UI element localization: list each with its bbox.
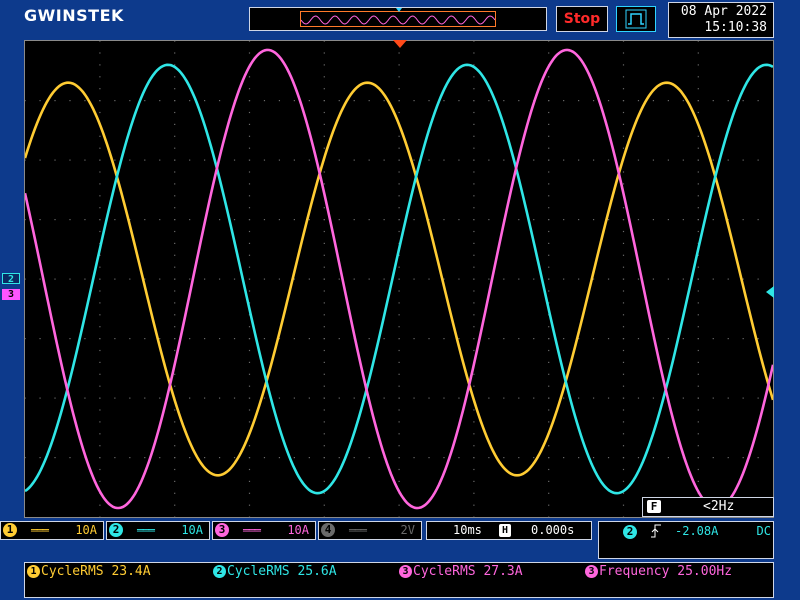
measurement-value: 23.4A [111, 564, 151, 579]
pulse-icon[interactable] [616, 6, 656, 32]
measurement-panel[interactable]: 1 CycleRMS 23.4A 2 CycleRMS 25.6A 3 CycleRM… [24, 562, 774, 598]
ch2-scale: 10A [181, 523, 203, 537]
measurement-item: 2 CycleRMS 25.6A [213, 564, 337, 580]
brand-logo: GWINSTEK [24, 6, 124, 25]
ch1-scale: 10A [75, 523, 97, 537]
dc-coupling-icon: ═══ [349, 524, 367, 537]
trigger-position-marker[interactable] [393, 40, 407, 48]
ch1-status[interactable]: 1 ═══ 10A [0, 521, 104, 540]
ch2-status[interactable]: 2 ═══ 10A [106, 521, 210, 540]
ch1-trace [25, 81, 773, 477]
measurement-label: CycleRMS [227, 564, 290, 579]
dc-coupling-icon: ═══ [243, 524, 261, 537]
ch1-number: 1 [3, 523, 17, 537]
timebase-status[interactable]: 10ms H 0.000s [426, 521, 592, 540]
ch3-ground-marker[interactable]: 3 [2, 289, 20, 300]
measurement-label: CycleRMS [413, 564, 476, 579]
measurement-value: 27.3A [483, 564, 523, 579]
ch2-ground-marker[interactable]: 2 [2, 273, 20, 285]
trigger-level: -2.08A [675, 524, 719, 538]
dc-coupling-icon: ═══ [31, 524, 49, 537]
trigger-level-marker[interactable] [766, 286, 774, 298]
date-text: 08 Apr 2022 [680, 4, 767, 19]
frequency-counter-value: <2Hz [703, 499, 735, 514]
memory-bar[interactable] [249, 7, 547, 31]
ch3-number: 3 [215, 523, 229, 537]
memory-view-window [300, 11, 496, 27]
measurement-item: 3 CycleRMS 27.3A [399, 564, 523, 580]
time-text: 15:10:38 [704, 20, 767, 35]
measurement-value: 25.00Hz [677, 564, 733, 579]
dc-coupling-icon: ═══ [137, 524, 155, 537]
trigger-source: 2 [623, 525, 637, 539]
ch2-trace [25, 63, 773, 495]
measurement-item: 1 CycleRMS 23.4A [27, 564, 151, 580]
measurement-source: 2 [213, 565, 226, 578]
measurement-value: 25.6A [297, 564, 337, 579]
measurement-label: Frequency [599, 564, 670, 579]
waveform-traces [25, 48, 773, 510]
timebase-scale: 10ms [453, 523, 482, 537]
ch3-status[interactable]: 3 ═══ 10A [212, 521, 316, 540]
memory-trigger-marker [396, 8, 402, 12]
rising-edge-icon [649, 523, 663, 542]
trigger-coupling: DC [756, 524, 771, 538]
ch4-scale: 2V [400, 523, 415, 537]
ch4-status[interactable]: 4 ═══ 2V [318, 521, 422, 540]
measurement-source: 1 [27, 565, 40, 578]
trigger-frequency-counter: F <2Hz [642, 497, 774, 517]
ch4-number: 4 [321, 523, 335, 537]
trigger-status[interactable]: 2 -2.08A DC [598, 521, 774, 559]
waveform-display[interactable] [24, 40, 774, 518]
measurement-item: 3 Frequency 25.00Hz [585, 564, 732, 580]
ch3-scale: 10A [287, 523, 309, 537]
date-time-display: 08 Apr 2022 15:10:38 [668, 2, 774, 38]
ch3-trace [25, 48, 773, 510]
measurement-source: 3 [399, 565, 412, 578]
measurement-source: 3 [585, 565, 598, 578]
measurement-label: CycleRMS [41, 564, 104, 579]
horizontal-position-icon: H [499, 524, 511, 537]
run-stop-button[interactable]: Stop [556, 6, 608, 32]
memory-waveform-preview [300, 15, 496, 25]
ch2-number: 2 [109, 523, 123, 537]
frequency-counter-icon: F [647, 500, 661, 513]
horizontal-position-value: 0.000s [531, 523, 575, 537]
